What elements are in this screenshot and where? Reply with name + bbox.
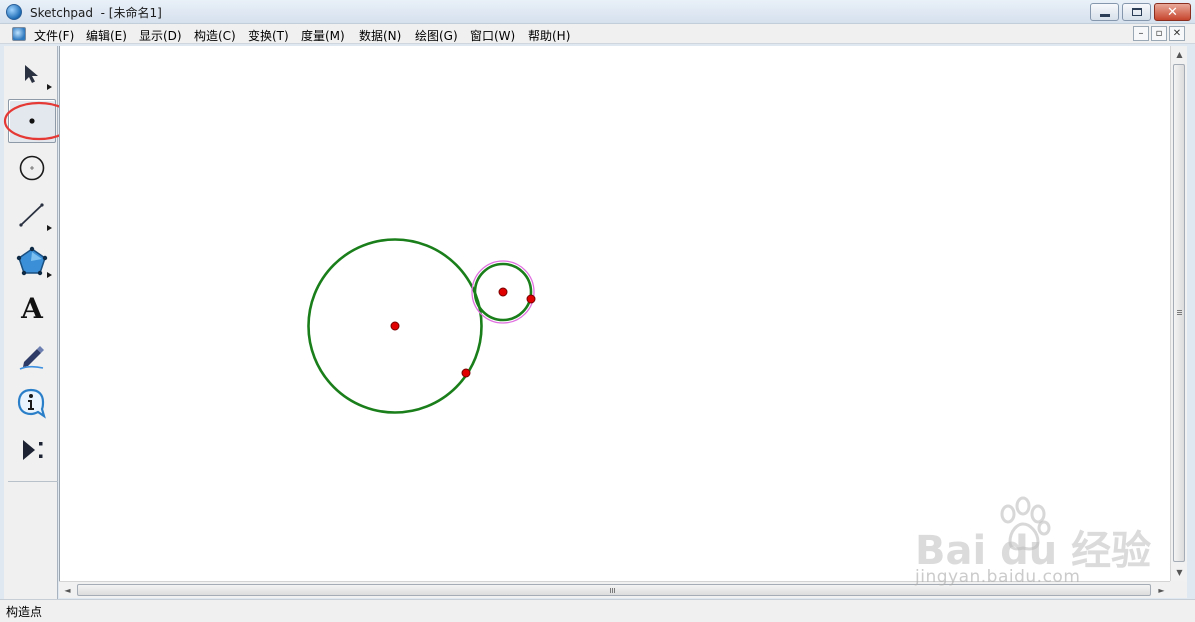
doc-minimize-button[interactable]: –: [1133, 26, 1149, 41]
polygon-tool[interactable]: [8, 240, 56, 284]
information-tool[interactable]: [8, 381, 56, 425]
compass-tool[interactable]: [8, 146, 56, 190]
menu-measure[interactable]: 度量(M): [301, 27, 345, 44]
large-circle-radius-point[interactable]: [461, 368, 471, 378]
grip-icon: [610, 588, 616, 593]
vertical-scroll-thumb[interactable]: [1173, 64, 1185, 562]
toolbox-divider: [8, 481, 58, 482]
sketch-drawing[interactable]: [60, 46, 1171, 581]
submenu-arrow-icon: [47, 272, 52, 278]
menu-help[interactable]: 帮助(H): [528, 27, 570, 44]
line-segment-icon: [19, 203, 44, 227]
status-bar: 构造点: [0, 599, 1195, 622]
menu-construct[interactable]: 构造(C): [194, 27, 236, 44]
straightedge-tool[interactable]: [8, 193, 56, 237]
menu-display[interactable]: 显示(D): [139, 27, 182, 44]
status-text: 构造点: [6, 605, 43, 619]
submenu-arrow-icon: [47, 225, 52, 231]
minimize-button[interactable]: [1090, 3, 1119, 21]
small-circle-radius-point[interactable]: [526, 294, 536, 304]
marker-tool[interactable]: [8, 334, 56, 378]
scroll-down-arrow-icon[interactable]: ▼: [1171, 564, 1188, 581]
menu-bar: 文件(F) 编辑(E) 显示(D) 构造(C) 变换(T) 度量(M) 数据(N…: [0, 24, 1195, 44]
maximize-icon: [1131, 8, 1142, 16]
menu-transform[interactable]: 变换(T): [248, 27, 289, 44]
polygon-icon: [16, 246, 48, 276]
large-circle-center-point[interactable]: [390, 321, 400, 331]
menu-graph[interactable]: 绘图(G): [415, 27, 458, 44]
scroll-left-arrow-icon[interactable]: ◄: [59, 582, 76, 599]
menu-window[interactable]: 窗口(W): [470, 27, 515, 44]
menu-file[interactable]: 文件(F): [34, 27, 74, 44]
scroll-right-arrow-icon[interactable]: ►: [1153, 582, 1170, 599]
arrow-select-icon: [25, 65, 38, 83]
close-icon: ✕: [1167, 4, 1178, 20]
custom-tool[interactable]: [8, 428, 56, 472]
scroll-up-arrow-icon[interactable]: ▲: [1171, 46, 1188, 63]
small-circle-center-point[interactable]: [498, 287, 508, 297]
maximize-button[interactable]: [1122, 3, 1151, 21]
vertical-scrollbar[interactable]: ▲ ▼: [1170, 46, 1187, 581]
marker-pen-icon: [19, 346, 44, 370]
info-icon: [17, 388, 46, 419]
horizontal-scroll-thumb[interactable]: [77, 584, 1151, 596]
window-title: Sketchpad - [未命名1]: [30, 6, 162, 20]
doc-close-button[interactable]: ✕: [1169, 26, 1185, 41]
title-bar: Sketchpad - [未命名1] ✕: [0, 0, 1195, 24]
minimize-icon: [1099, 13, 1110, 17]
arrow-tool[interactable]: [8, 52, 56, 96]
menu-edit[interactable]: 编辑(E): [86, 27, 127, 44]
document-icon[interactable]: [12, 27, 26, 41]
text-A-icon: A: [21, 292, 43, 325]
circle-icon: [19, 155, 45, 181]
close-button[interactable]: ✕: [1154, 3, 1191, 21]
submenu-arrow-icon: [47, 84, 52, 90]
sketchpad-app-icon[interactable]: [6, 4, 22, 20]
menu-data[interactable]: 数据(N): [359, 27, 401, 44]
doc-restore-button[interactable]: ▫: [1151, 26, 1167, 41]
grip-icon: [1177, 310, 1182, 316]
horizontal-scrollbar[interactable]: ◄ ►: [59, 581, 1170, 598]
play-custom-icon: [23, 440, 43, 460]
text-tool[interactable]: A: [8, 287, 56, 331]
scrollbar-corner: [1170, 581, 1187, 598]
sketch-canvas[interactable]: [59, 46, 1170, 581]
